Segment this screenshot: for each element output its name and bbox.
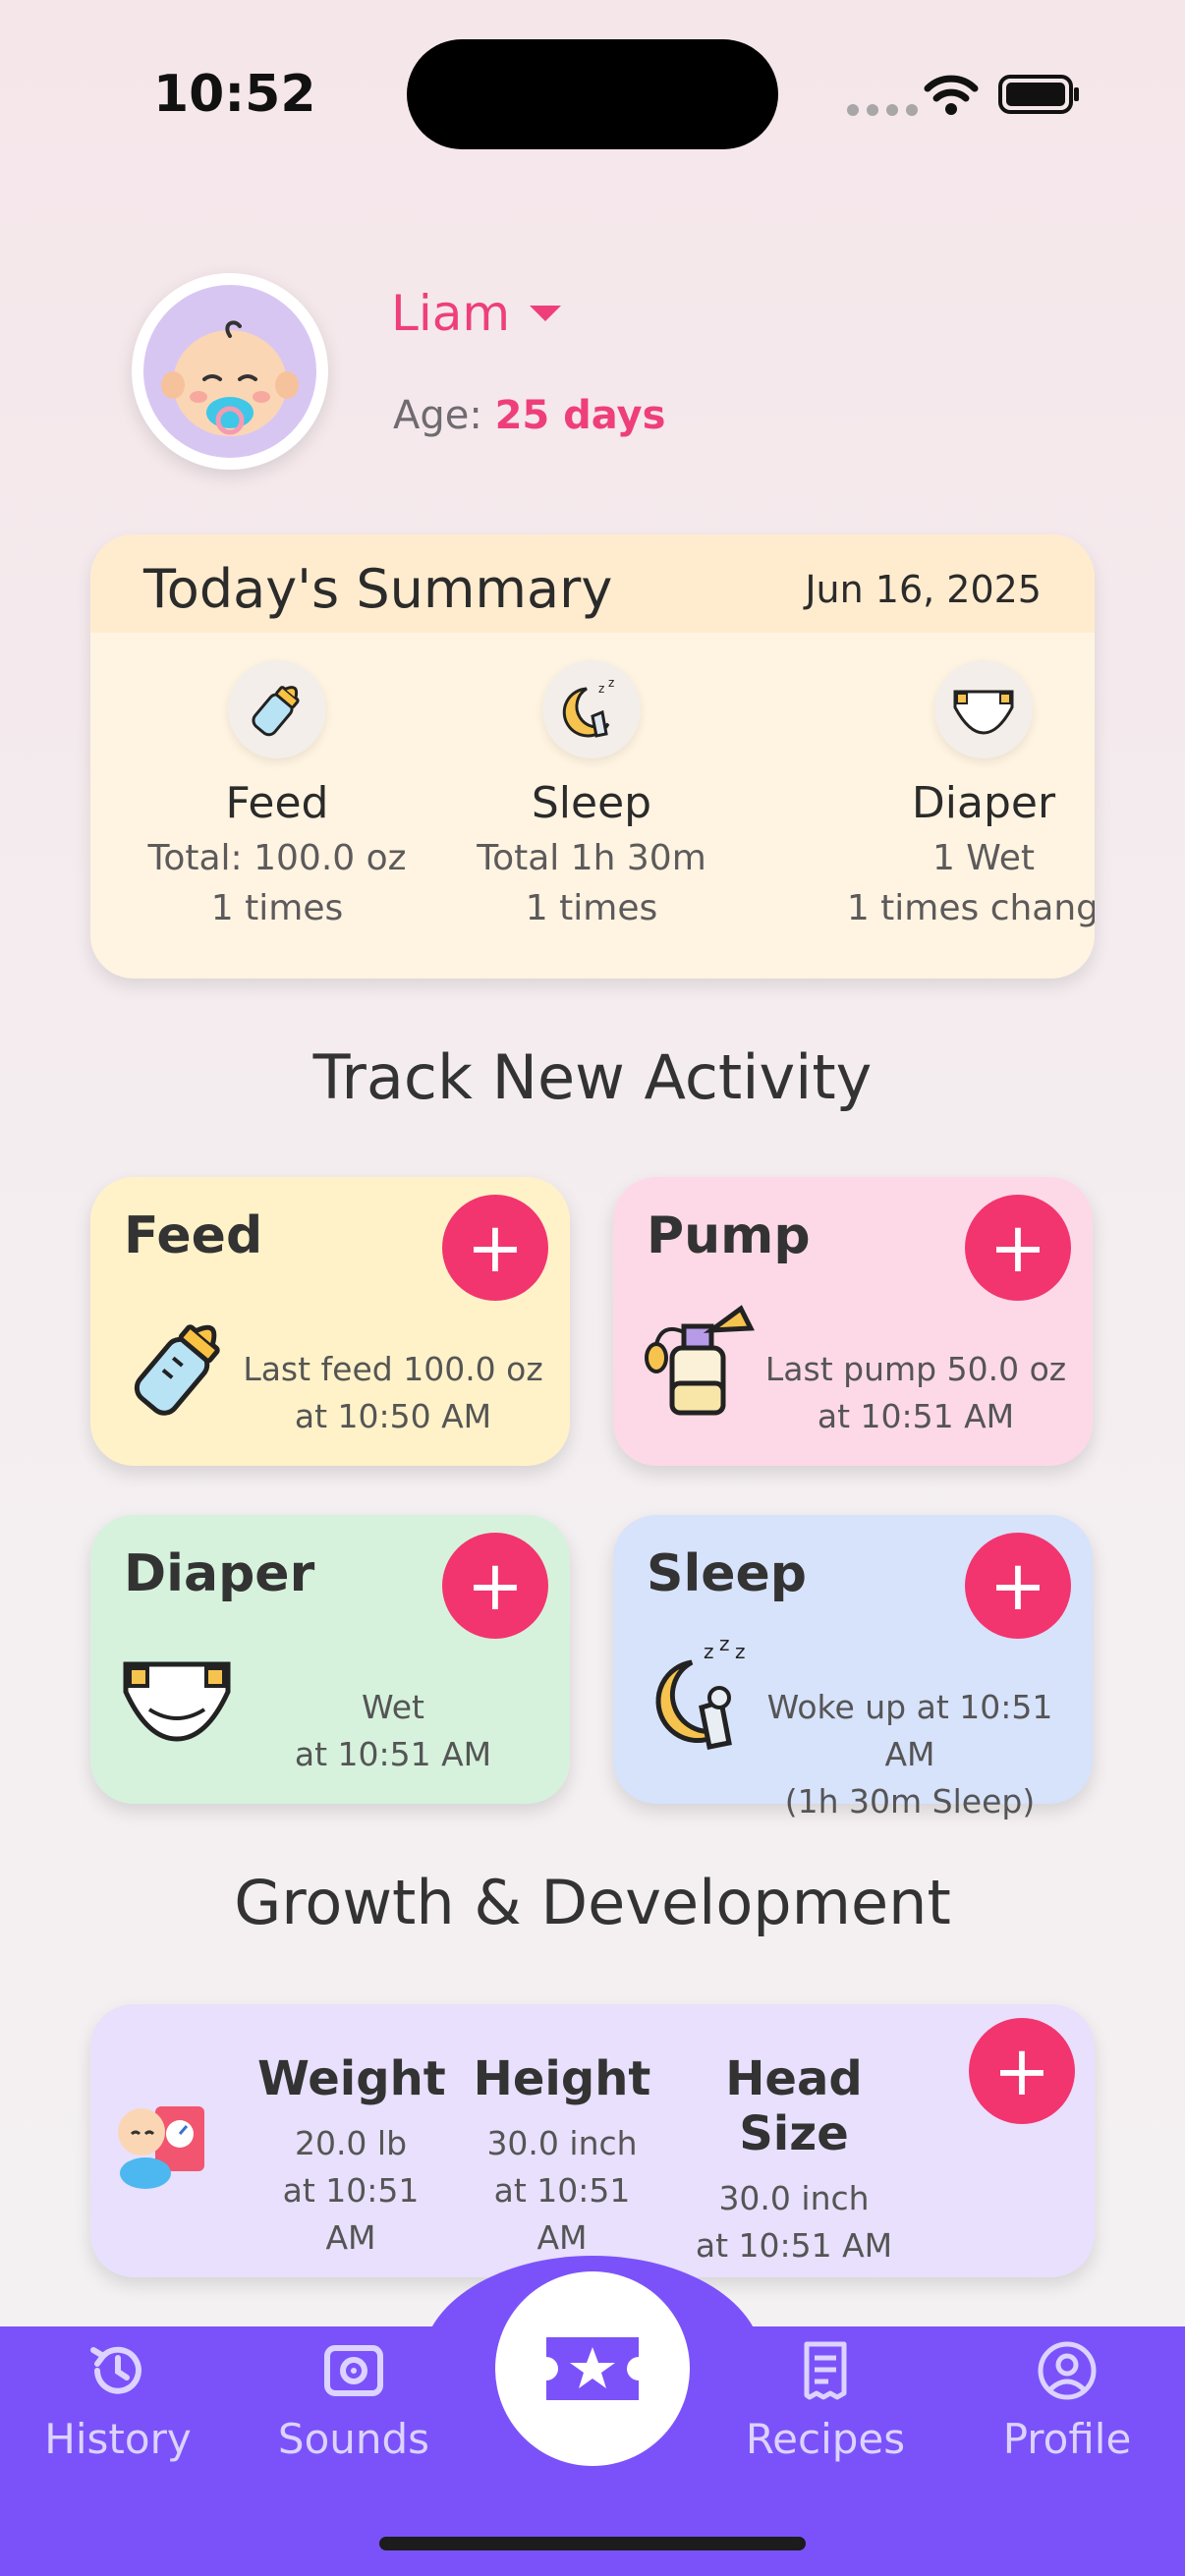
recipes-icon [804,2341,847,2400]
diaper-card[interactable]: Diaper + Wet at 10:51 AM [90,1515,570,1804]
sleep-card-title: Sleep [647,1544,808,1603]
tab-profile[interactable]: Profile [969,2338,1165,2463]
wifi-icon [924,75,979,115]
baby-scale-icon [118,2106,204,2189]
diaper-icon [953,690,1014,735]
add-feed-button[interactable]: + [442,1195,548,1301]
sleep-moon-icon: z z z [655,1633,746,1750]
bottle-icon [134,1324,220,1416]
height-value: 30.0 inch [486,2124,638,2162]
height-label: Height [473,2051,651,2106]
weight-stat: Weight 20.0 lb at 10:51 AM [257,2051,446,2262]
summary-feed-label: Feed [225,778,329,828]
profile-icon [1038,2341,1097,2400]
age-row: Age: 25 days [393,393,665,438]
child-name: Liam [391,285,511,342]
history-icon [90,2346,141,2394]
summary-feed-total: Total: 100.0 oz [147,838,407,878]
tab-sounds[interactable]: Sounds [255,2338,452,2463]
home-indicator [379,2537,806,2550]
head-size-value: 30.0 inch [718,2179,870,2217]
caret-down-icon [530,306,562,321]
sleep-card[interactable]: Sleep + z z z Woke up at 10:51 AM (1h 30… [613,1515,1093,1820]
tab-profile-label: Profile [1002,2415,1132,2463]
growth-section-title: Growth & Development [234,1867,951,1938]
pump-last-amount: Last pump 50.0 oz [764,1350,1067,1388]
growth-card[interactable]: Weight 20.0 lb at 10:51 AM Height 30.0 i… [90,2004,1095,2277]
summary-sleep-count: 1 times [525,888,658,928]
svg-text:z: z [704,1640,714,1663]
weight-value: 20.0 lb [294,2124,408,2162]
baby-avatar[interactable] [132,273,328,470]
height-time: at 10:51 AM [493,2171,631,2257]
svg-text:z: z [608,676,614,690]
add-pump-button[interactable]: + [965,1195,1071,1301]
head-size-stat: Head Size 30.0 inch at 10:51 AM [678,2051,910,2269]
summary-diaper-label: Diaper [911,778,1056,828]
summary-feed: Feed Total: 100.0 oz 1 times [110,660,444,928]
svg-text:z: z [719,1633,730,1655]
summary-card: Today's Summary Jun 16, 2025 Feed Total:… [90,534,1095,979]
pump-card-title: Pump [647,1206,811,1265]
child-selector[interactable]: Liam [391,285,562,342]
summary-diaper: Diaper 1 Wet 1 times change [821,660,1095,928]
diaper-icon [123,1661,231,1742]
ticket-star-icon [546,2337,639,2400]
height-stat: Height 30.0 inch at 10:51 AM [464,2051,660,2262]
signal-icon [847,104,918,116]
summary-sleep-total: Total 1h 30m [477,838,706,878]
tab-sounds-label: Sounds [277,2415,430,2463]
feed-last-amount: Last feed 100.0 oz [243,1350,543,1388]
tab-recipes[interactable]: Recipes [727,2338,924,2463]
summary-date: Jun 16, 2025 [805,568,1042,611]
sleep-woke-time: Woke up at 10:51 AM [766,1688,1053,1773]
bottle-icon [252,686,300,737]
add-sleep-button[interactable]: + [965,1533,1071,1639]
feed-last-time: at 10:50 AM [294,1397,492,1435]
svg-text:z: z [598,682,604,696]
svg-text:z: z [735,1640,746,1663]
summary-feed-count: 1 times [210,888,344,928]
summary-sleep: z z Sleep Total 1h 30m 1 times [424,660,759,928]
weight-time: at 10:51 AM [282,2171,420,2257]
status-time: 10:52 [153,65,316,124]
center-action-button[interactable] [495,2271,690,2466]
dynamic-island [407,39,778,149]
summary-title: Today's Summary [143,558,613,620]
tab-history-label: History [44,2415,192,2463]
age-value: 25 days [494,393,666,438]
feed-card-title: Feed [124,1206,263,1265]
sleep-duration: (1h 30m Sleep) [784,1782,1036,1820]
tab-history[interactable]: History [20,2338,216,2463]
sleep-moon-icon: z z [562,676,614,738]
pump-last-time: at 10:51 AM [817,1397,1015,1435]
breast-pump-icon [645,1305,755,1416]
diaper-last-time: at 10:51 AM [294,1735,492,1773]
head-size-time: at 10:51 AM [695,2226,893,2265]
head-size-label: Head Size [725,2051,863,2161]
diaper-card-title: Diaper [124,1544,315,1603]
tab-recipes-label: Recipes [745,2415,906,2463]
weight-label: Weight [257,2051,446,2106]
age-label: Age: [393,393,482,438]
track-section-title: Track New Activity [312,1041,873,1113]
summary-diaper-total: 1 Wet [931,838,1036,878]
diaper-last-type: Wet [362,1688,424,1726]
add-diaper-button[interactable]: + [442,1533,548,1639]
pump-card[interactable]: Pump + Last pump 50.0 oz at 10:51 AM [613,1177,1093,1466]
baby-face-icon [161,320,299,436]
summary-diaper-count: 1 times change [846,888,1095,928]
feed-card[interactable]: Feed + Last feed 100.0 oz at 10:50 AM [90,1177,570,1466]
sounds-icon [324,2345,383,2396]
add-growth-button[interactable]: + [969,2018,1075,2124]
battery-icon [998,75,1079,114]
summary-sleep-label: Sleep [531,778,652,828]
